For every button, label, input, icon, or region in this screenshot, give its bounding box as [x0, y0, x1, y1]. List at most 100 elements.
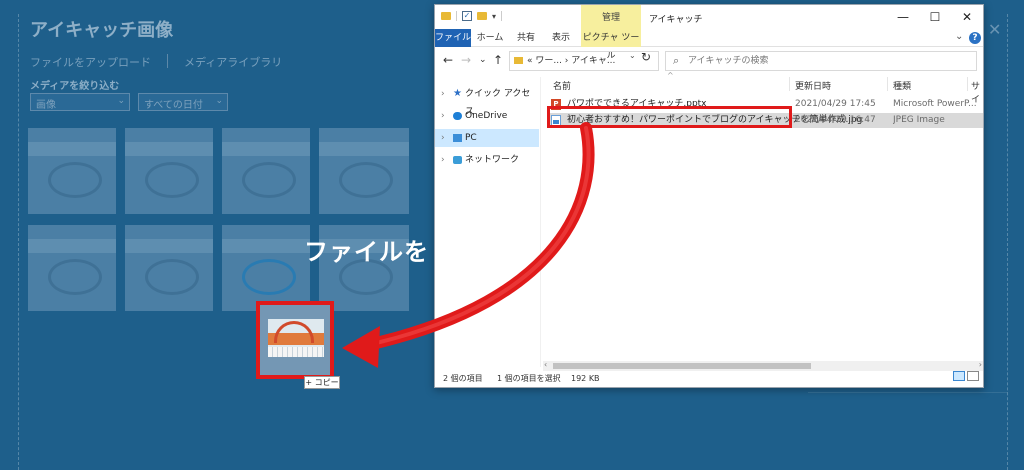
folder-icon: [441, 12, 451, 20]
media-thumbnail[interactable]: [319, 128, 409, 214]
filter-label: メディアを絞り込む: [30, 81, 120, 92]
media-date-filter-value: すべての日付: [144, 100, 203, 111]
tab-media-library[interactable]: メディアライブラリ: [184, 54, 282, 70]
back-arrow-icon[interactable]: ←: [443, 53, 453, 67]
file-explorer-window: ✓ ▾ 管理 アイキャッチ — ☐ ✕ ファイル ホーム 共有 表示 ピクチャ …: [434, 4, 984, 388]
minimize-button[interactable]: —: [889, 9, 917, 25]
chevron-down-icon[interactable]: ⌄: [629, 51, 636, 60]
network-icon: [453, 156, 462, 164]
tab-home[interactable]: ホーム: [473, 29, 507, 47]
column-header-date[interactable]: 更新日時: [795, 79, 831, 92]
drag-preview-highlight: [256, 301, 334, 379]
toolbar-divider: [456, 11, 457, 21]
refresh-icon[interactable]: ↻: [641, 50, 651, 64]
window-title: アイキャッチ: [649, 15, 703, 25]
status-item-count: 2 個の項目: [443, 374, 483, 383]
navigation-pane: › ★ クイック アクセス › OneDrive › PC › ネットワーク: [435, 77, 541, 367]
file-date: 2021/04/29 17:45: [795, 99, 876, 109]
media-type-filter[interactable]: 画像 ⌄: [30, 93, 130, 111]
media-thumbnail[interactable]: [28, 128, 116, 214]
chevron-down-icon: ⌄: [215, 96, 223, 106]
sort-indicator-icon: ^: [667, 71, 674, 80]
tab-picture-tools[interactable]: ピクチャ ツール: [581, 29, 641, 61]
scroll-right-icon[interactable]: ›: [979, 360, 982, 369]
tab-divider: [167, 54, 168, 68]
tab-upload-files[interactable]: ファイルをアップロード: [30, 54, 151, 70]
media-grid: [28, 128, 428, 318]
sidebar-item-onedrive[interactable]: › OneDrive: [435, 107, 539, 125]
close-button[interactable]: ✕: [953, 9, 981, 25]
media-thumbnail[interactable]: [125, 128, 213, 214]
preview-arc: [274, 321, 314, 343]
column-divider[interactable]: [789, 77, 790, 91]
folder-icon: [514, 57, 523, 64]
close-icon[interactable]: ✕: [988, 20, 1008, 40]
media-sidebar-footer: [808, 392, 1008, 440]
star-icon: ★: [453, 88, 462, 99]
large-icons-view-icon[interactable]: [967, 371, 979, 381]
quick-access-toolbar: ✓ ▾: [441, 11, 503, 21]
ribbon-tabs: ファイル ホーム 共有 表示 ピクチャ ツール ⌄ ?: [435, 29, 983, 61]
pc-icon: [453, 134, 462, 142]
chevron-down-icon: ⌄: [117, 96, 125, 106]
column-header-type[interactable]: 種類: [893, 79, 911, 92]
sidebar-item-network[interactable]: › ネットワーク: [435, 151, 539, 169]
file-type: JPEG Image: [893, 115, 945, 125]
media-date-filter[interactable]: すべての日付 ⌄: [138, 93, 228, 111]
sidebar-item-label: PC: [465, 133, 477, 143]
tab-view[interactable]: 表示: [545, 29, 577, 47]
status-selected-count: 1 個の項目を選択: [497, 374, 561, 383]
media-modal-tabs: ファイルをアップロード メディアライブラリ: [30, 54, 282, 70]
tab-share[interactable]: 共有: [511, 29, 541, 47]
scroll-left-icon[interactable]: ‹: [544, 360, 547, 369]
forward-arrow-icon[interactable]: →: [461, 53, 471, 67]
media-modal-title: アイキャッチ画像: [30, 20, 174, 41]
copy-drag-badge: + コピー: [304, 376, 340, 389]
address-path: « ワー... › アイキャ...: [527, 56, 616, 66]
chevron-down-icon[interactable]: ⌄: [479, 55, 487, 65]
status-bar: 2 個の項目 1 個の項目を選択 192 KB: [435, 371, 983, 387]
tab-file[interactable]: ファイル: [435, 29, 471, 47]
title-bar: ✓ ▾ 管理 アイキャッチ — ☐ ✕: [435, 5, 983, 29]
properties-icon[interactable]: ✓: [462, 11, 472, 21]
column-divider[interactable]: [887, 77, 888, 91]
media-thumbnail[interactable]: [125, 225, 213, 311]
scrollbar-thumb[interactable]: [553, 363, 811, 369]
details-view-icon[interactable]: [953, 371, 965, 381]
search-icon: ⌕: [673, 54, 680, 67]
media-thumbnail[interactable]: [28, 225, 116, 311]
file-highlight-box: [547, 106, 792, 128]
sidebar-item-pc[interactable]: › PC: [435, 129, 539, 147]
file-type: Microsoft PowerP...: [893, 99, 977, 109]
file-date: 2021/04/29 16:47: [795, 115, 876, 125]
maximize-button[interactable]: ☐: [921, 9, 949, 25]
sidebar-item-label: OneDrive: [465, 111, 508, 121]
search-input[interactable]: ⌕ アイキャッチの検索: [665, 51, 977, 71]
media-thumbnail[interactable]: [222, 128, 310, 214]
manage-context-tab[interactable]: 管理: [581, 5, 641, 29]
status-selected-size: 192 KB: [571, 374, 600, 383]
help-icon[interactable]: ?: [969, 32, 981, 44]
instruction-caption: ファイルを: [304, 238, 429, 266]
new-folder-icon[interactable]: [477, 12, 487, 20]
column-divider[interactable]: [967, 77, 968, 91]
sidebar-item-quick-access[interactable]: › ★ クイック アクセス: [435, 85, 539, 117]
address-bar[interactable]: « ワー... › アイキャ...: [509, 51, 659, 71]
preview-keyboard: [268, 347, 324, 357]
chevron-right-icon[interactable]: ›: [441, 129, 445, 147]
toolbar-divider: [501, 11, 503, 21]
media-thumbnail[interactable]: [222, 225, 310, 311]
chevron-right-icon[interactable]: ›: [441, 107, 445, 125]
chevron-down-icon[interactable]: ▾: [492, 12, 496, 21]
chevron-right-icon[interactable]: ›: [441, 85, 445, 103]
horizontal-scrollbar[interactable]: ‹ ›: [543, 360, 983, 371]
up-arrow-icon[interactable]: ↑: [493, 53, 503, 67]
column-header-name[interactable]: 名前: [553, 79, 571, 92]
drag-preview-image: [268, 319, 324, 357]
search-placeholder: アイキャッチの検索: [688, 56, 769, 66]
chevron-down-icon[interactable]: ⌄: [955, 31, 963, 42]
chevron-right-icon[interactable]: ›: [441, 151, 445, 169]
cloud-icon: [453, 112, 462, 120]
sidebar-item-label: ネットワーク: [465, 155, 520, 165]
media-type-filter-value: 画像: [36, 100, 56, 111]
